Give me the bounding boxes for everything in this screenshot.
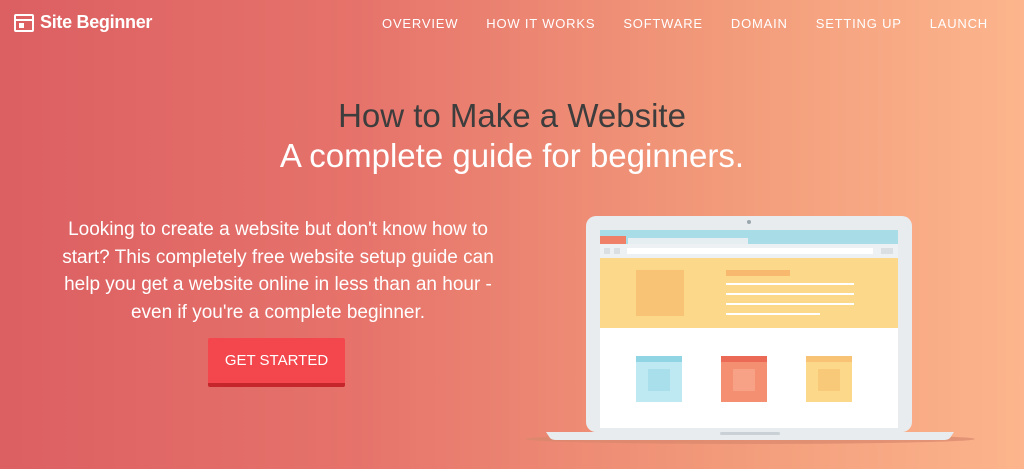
browser-menu-dot	[881, 248, 893, 254]
get-started-button[interactable]: GET STARTED	[208, 338, 345, 387]
mock-card-yellow-inner	[818, 369, 840, 391]
mock-card-orange-inner	[733, 369, 755, 391]
mock-text-line	[726, 313, 820, 315]
laptop-trackpad-notch	[720, 432, 780, 435]
laptop-illustration	[525, 216, 975, 444]
mock-heading	[726, 270, 790, 276]
browser-nav-dot	[614, 248, 620, 254]
mock-text-line	[726, 303, 854, 305]
nav-item-how-it-works[interactable]: HOW IT WORKS	[486, 16, 595, 31]
browser-tab-inactive	[628, 238, 748, 244]
brand-name: Site Beginner	[40, 12, 153, 32]
browser-tab	[600, 236, 626, 244]
mock-card-blue-top	[636, 356, 682, 362]
mock-card-orange-top	[721, 356, 767, 362]
browser-window-icon	[14, 13, 34, 32]
nav-item-launch[interactable]: LAUNCH	[930, 16, 988, 31]
nav-item-software[interactable]: SOFTWARE	[623, 16, 703, 31]
title-line-2: A complete guide for beginners.	[279, 137, 745, 174]
top-navigation-bar: Site Beginner OVERVIEW HOW IT WORKS SOFT…	[0, 0, 1024, 48]
mock-text-line	[726, 293, 854, 295]
laptop-camera	[747, 220, 751, 224]
nav-item-overview[interactable]: OVERVIEW	[382, 16, 458, 31]
mock-text-line	[726, 283, 854, 285]
nav-item-setting-up[interactable]: SETTING UP	[816, 16, 902, 31]
site-logo[interactable]: Site Beginner	[14, 12, 152, 33]
nav-item-domain[interactable]: DOMAIN	[731, 16, 788, 31]
page-title: How to Make a Website A complete guide f…	[0, 96, 1024, 176]
browser-nav-dot	[604, 248, 610, 254]
mock-hero-image	[636, 270, 684, 316]
main-nav: OVERVIEW HOW IT WORKS SOFTWARE DOMAIN SE…	[382, 16, 988, 31]
title-line-1: How to Make a Website	[338, 97, 686, 134]
mock-card-blue-inner	[648, 369, 670, 391]
browser-address-bar	[627, 248, 873, 254]
intro-paragraph: Looking to create a website but don't kn…	[62, 219, 494, 323]
mock-card-yellow-top	[806, 356, 852, 362]
